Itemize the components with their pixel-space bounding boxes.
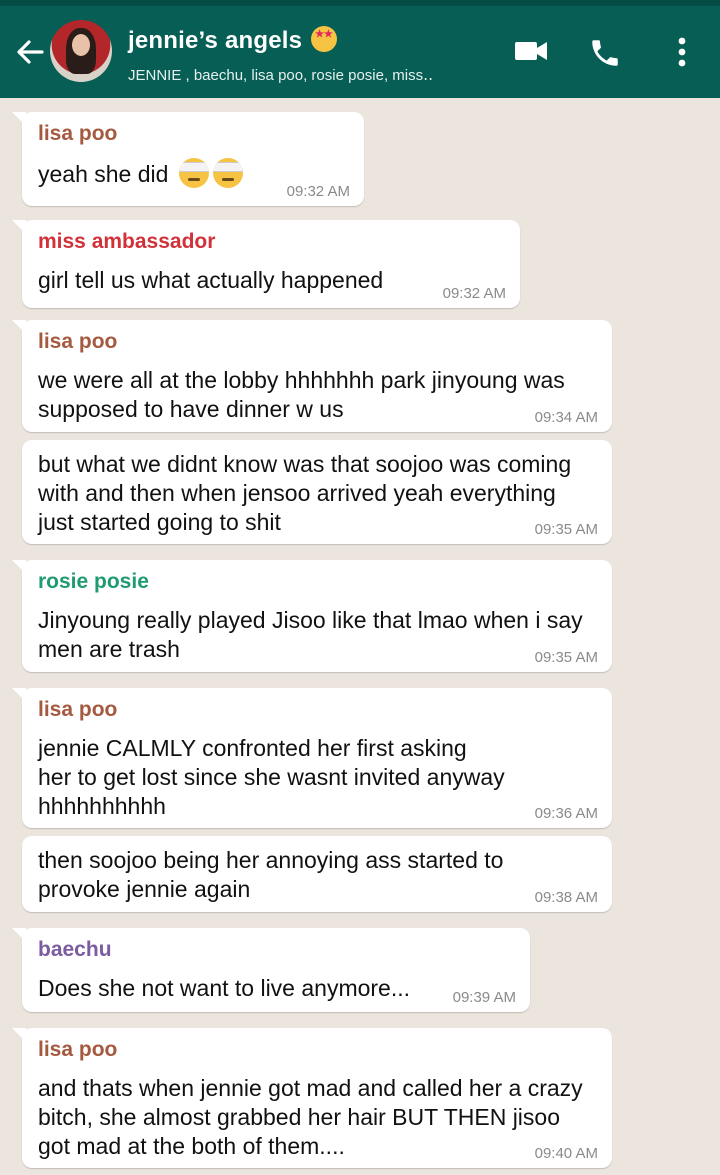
message-sender: lisa poo bbox=[38, 330, 118, 353]
chat-header: jennie’s angels JENNIE , baechu, lisa po… bbox=[0, 6, 720, 98]
message-text: but what we didnt know was that soojoo w… bbox=[38, 451, 572, 535]
star-struck-emoji-icon bbox=[311, 26, 338, 52]
back-arrow-icon[interactable] bbox=[12, 34, 48, 70]
message-time: 09:35 AM bbox=[534, 521, 598, 538]
message-bubble[interactable]: baechu Does she not want to live anymore… bbox=[12, 928, 530, 1012]
message-text: Does she not want to live anymore... bbox=[38, 975, 411, 1001]
message-time: 09:32 AM bbox=[286, 183, 350, 200]
message-time: 09:36 AM bbox=[534, 805, 598, 822]
message-sender: baechu bbox=[38, 938, 112, 961]
voice-call-icon[interactable] bbox=[588, 36, 622, 70]
message-sender: lisa poo bbox=[38, 698, 118, 721]
face-with-head-bandage-icon bbox=[212, 158, 243, 188]
message-bubble[interactable]: lisa poo and thats when jennie got mad a… bbox=[12, 1028, 612, 1168]
video-call-icon[interactable] bbox=[514, 36, 548, 66]
message-bubble[interactable]: rosie posie Jinyoung really played Jisoo… bbox=[12, 560, 612, 672]
chat-area[interactable]: lisa poo yeah she did 09:32 AM miss amba… bbox=[0, 98, 720, 1175]
message-text: we were all at the lobby hhhhhhh park ji… bbox=[38, 367, 565, 422]
message-time: 09:38 AM bbox=[534, 889, 598, 906]
group-title-text: jennie’s angels bbox=[128, 27, 303, 54]
group-members[interactable]: JENNIE , baechu, lisa poo, rosie posie, … bbox=[128, 66, 433, 84]
message-bubble[interactable]: lisa poo jennie CALMLY confronted her fi… bbox=[12, 688, 612, 828]
message-time: 09:32 AM bbox=[442, 285, 506, 302]
message-sender: miss ambassador bbox=[38, 230, 216, 253]
message-text: Jinyoung really played Jisoo like that l… bbox=[38, 607, 583, 662]
more-options-icon[interactable] bbox=[668, 36, 696, 68]
message-text: then soojoo being her annoying ass start… bbox=[38, 847, 504, 902]
message-bubble[interactable]: but what we didnt know was that soojoo w… bbox=[22, 440, 612, 544]
message-sender: lisa poo bbox=[38, 1038, 118, 1061]
message-text: and thats when jennie got mad and called… bbox=[38, 1075, 583, 1159]
message-text: girl tell us what actually happened bbox=[38, 267, 384, 293]
message-time: 09:39 AM bbox=[452, 989, 516, 1006]
message-time: 09:35 AM bbox=[534, 649, 598, 666]
message-time: 09:40 AM bbox=[534, 1145, 598, 1162]
message-bubble[interactable]: then soojoo being her annoying ass start… bbox=[22, 836, 612, 912]
message-sender: rosie posie bbox=[38, 570, 149, 593]
message-sender: lisa poo bbox=[38, 122, 118, 145]
message-text: jennie CALMLY confronted her first askin… bbox=[38, 735, 505, 819]
face-with-head-bandage-icon bbox=[178, 158, 209, 188]
message-bubble[interactable]: lisa poo we were all at the lobby hhhhhh… bbox=[12, 320, 612, 432]
avatar[interactable] bbox=[50, 20, 112, 82]
message-bubble[interactable]: miss ambassador girl tell us what actual… bbox=[12, 220, 520, 308]
message-bubble[interactable]: lisa poo yeah she did 09:32 AM bbox=[12, 112, 364, 206]
message-time: 09:34 AM bbox=[534, 409, 598, 426]
group-title[interactable]: jennie’s angels bbox=[128, 26, 338, 55]
